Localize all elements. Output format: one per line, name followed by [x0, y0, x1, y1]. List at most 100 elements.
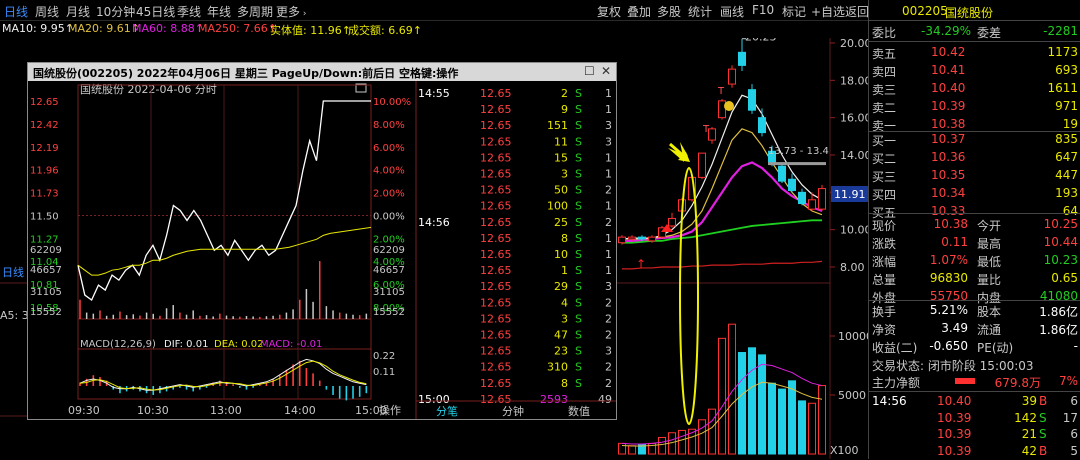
trade-row: 14:56 10.40 39 B 6: [869, 393, 1080, 410]
overlay-button[interactable]: 叠加: [627, 3, 651, 20]
mark-button[interactable]: 标记: [782, 3, 806, 20]
stat-value: 0.11: [941, 235, 968, 249]
intraday-popup[interactable]: 国统股份(002205) 2022年04月06日 星期三 PageUp/Down…: [27, 62, 617, 420]
ma250-value: MA250: 7.66↑: [198, 22, 277, 35]
bag-marker: [724, 101, 734, 111]
stat-label-2: 最低: [977, 255, 1002, 269]
multi-stock-button[interactable]: 多股: [657, 3, 681, 20]
tick-direction: S: [575, 345, 582, 358]
macd-dif-line: [79, 358, 367, 391]
tick-price: 12.65: [480, 200, 512, 213]
trade-status-row: 交易状态: 闭市阶段 15:00:03: [869, 356, 1080, 373]
tick-volume: 50: [554, 184, 568, 197]
tick-count: 2: [605, 377, 612, 390]
tab-more[interactable]: 更多 ›: [276, 3, 306, 20]
vol-tick-label-right: 15552: [373, 307, 405, 318]
f10-button[interactable]: F10: [752, 3, 774, 17]
tick-direction: S: [575, 312, 582, 325]
price-tick-label: 11.50: [30, 211, 59, 222]
tab-multi-period[interactable]: 多周期: [237, 3, 273, 20]
tick-count: 3: [605, 119, 612, 132]
stock-name: 国统股份: [945, 6, 994, 20]
bid-label: 买三: [872, 170, 897, 184]
chevron-right-icon: ›: [300, 9, 307, 19]
bid-row: 买三 10.35 447: [869, 167, 1080, 184]
stat-label-2: 量比: [977, 273, 1002, 287]
tick-direction: S: [575, 216, 582, 229]
volume-bar: [618, 442, 626, 455]
up-arrow-marker: ↑: [636, 257, 646, 271]
tab-daily[interactable]: 日线: [4, 3, 28, 20]
candle-body: [698, 152, 706, 178]
main-flow-bar: [955, 378, 975, 384]
tick-direction: S: [575, 200, 582, 213]
trade-price: 10.39: [937, 410, 972, 425]
trade-count: 5: [1070, 443, 1078, 458]
tab-weekly[interactable]: 周线: [35, 3, 59, 20]
stat2-value-2: 1.86亿: [1039, 305, 1078, 319]
price-tag: 11.91: [834, 188, 866, 201]
tab-quarterly[interactable]: 季线: [177, 3, 201, 20]
maximize-icon[interactable]: ☐: [584, 64, 595, 78]
op-label[interactable]: 操作: [379, 403, 401, 417]
tick-direction: S: [575, 232, 582, 245]
bid-label: 买四: [872, 188, 897, 202]
candle-body: [808, 199, 816, 210]
tick-time: 14:56: [418, 216, 450, 229]
stats-button[interactable]: 统计: [688, 3, 712, 20]
tab-45day[interactable]: 45日线: [136, 3, 175, 20]
candle-body: [638, 236, 646, 240]
tab-yearly[interactable]: 年线: [207, 3, 231, 20]
close-icon[interactable]: ✕: [601, 64, 611, 78]
tick-volume: 3: [561, 312, 568, 325]
tick-direction: S: [575, 168, 582, 181]
tick-direction: S: [575, 184, 582, 197]
macd-tick-label: 0.11: [373, 367, 395, 378]
tick-price: 12.65: [480, 151, 512, 164]
stat-value-2: 0.65: [1051, 271, 1078, 285]
trade-volume: 39: [1021, 394, 1037, 408]
stat-row: 涨跌 0.11 最高 10.44: [869, 234, 1080, 251]
tab-monthly[interactable]: 月线: [66, 3, 90, 20]
trade-price: 10.39: [937, 427, 972, 441]
tick-count: 3: [605, 345, 612, 358]
weibi-label: 委比: [872, 26, 897, 40]
ask-volume: 693: [1055, 63, 1078, 77]
bid-price: 10.34: [931, 186, 966, 200]
weicha-label: 委差: [977, 26, 1002, 40]
bid-label: 买一: [872, 134, 897, 148]
ask-volume: 19: [1062, 117, 1078, 131]
tick-price: 12.65: [480, 232, 512, 245]
stat-value-2: 10.25: [1043, 217, 1078, 231]
stock-header: 002205 国统股份: [869, 3, 1080, 20]
add-watchlist-button[interactable]: +自选: [811, 3, 845, 20]
volume-bar: [748, 347, 756, 455]
popup-tab[interactable]: 数值: [568, 405, 590, 418]
ma10-value: MA10: 9.95↑: [2, 22, 74, 35]
macd-dea-label: DEA: 0.02: [214, 339, 264, 350]
weibi-row: 委比 -34.29% 委差 -2281: [869, 23, 1080, 40]
price-tick-label: 12.65: [30, 97, 59, 108]
trade-count: 6: [1070, 427, 1078, 441]
trade-volume: 142: [1014, 410, 1037, 425]
tick-volume: 8: [561, 232, 568, 245]
fuquan-button[interactable]: 复权: [597, 3, 621, 20]
vol-tick-label-right: 62209: [373, 245, 405, 256]
back-button[interactable]: 返回: [845, 3, 869, 20]
popup-tab[interactable]: 分笔: [436, 404, 458, 418]
ma20-value: MA20: 9.61↑: [68, 22, 140, 35]
macd-dif-label: DIF: 0.01: [164, 339, 208, 350]
tick-count: 2: [605, 361, 612, 374]
draw-line-button[interactable]: 画线: [720, 3, 744, 20]
tick-price: 12.65: [480, 280, 512, 293]
trade-count: 6: [1070, 394, 1078, 408]
tick-direction: S: [575, 329, 582, 342]
tick-volume: 25: [554, 216, 568, 229]
tab-10min[interactable]: 10分钟: [96, 3, 135, 20]
vol-tick-label-right: 31105: [373, 287, 405, 298]
ask-label: 卖五: [872, 47, 897, 61]
time-tick-label: 13:00: [210, 404, 242, 417]
time-tick-label: 14:00: [284, 404, 316, 417]
popup-tab[interactable]: 分钟: [502, 404, 524, 418]
candle-body: [618, 236, 626, 244]
